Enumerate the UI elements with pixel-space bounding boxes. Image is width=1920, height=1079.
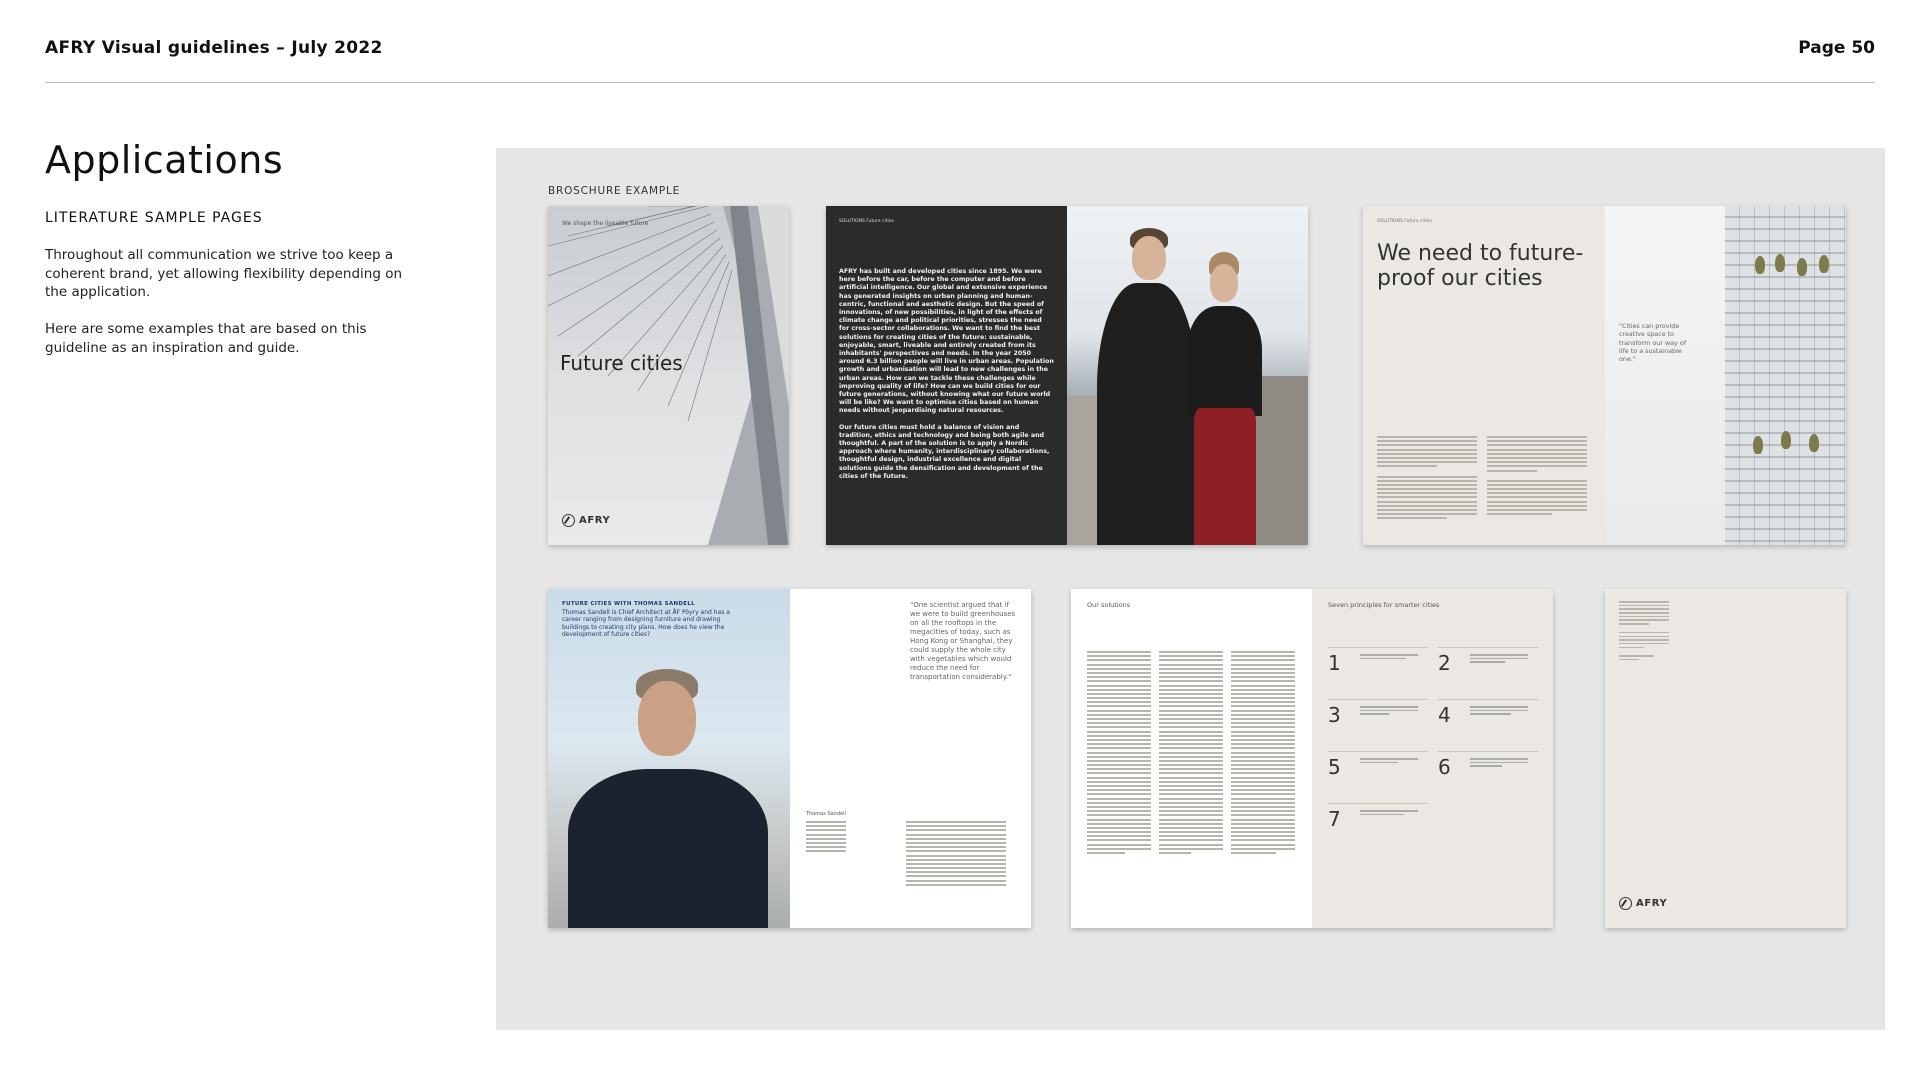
spread-header: SOLUTIONS Future cities — [1377, 219, 1432, 224]
afry-logo-text: AFRY — [579, 515, 611, 526]
interview-text-page: "One scientist argued that if we were to… — [790, 589, 1031, 928]
brochure-spread-future-proof: SOLUTIONS Future cities We need to futur… — [1363, 206, 1846, 545]
page-number: Page 50 — [1798, 38, 1875, 58]
bridge-illustration — [548, 206, 789, 545]
intro-body-text: AFRY has built and developed cities sinc… — [839, 268, 1054, 481]
brochure-cover: We shape the liveable future Future citi… — [548, 206, 789, 545]
principles-title: Seven principles for smarter cities — [1328, 601, 1440, 609]
intro-paragraph: Throughout all communication we strive t… — [45, 247, 403, 300]
principle-number: 7 — [1328, 807, 1341, 831]
interview-quote: "One scientist argued that if we were to… — [910, 601, 1016, 681]
interviewee-name: Thomas Sandell — [806, 811, 846, 817]
afry-logo: AFRY — [562, 514, 610, 527]
woman-figure — [1182, 252, 1267, 545]
solutions-text-page: Our solutions — [1071, 589, 1312, 928]
brochure-spread-intro: SOLUTIONS Future cities AFRY has built a… — [826, 206, 1308, 545]
principle-number: 3 — [1328, 703, 1341, 727]
tower-facade — [1725, 206, 1846, 545]
afry-logo: AFRY — [1619, 897, 1667, 910]
intro-body-paragraph-2: Our future cities must hold a balance of… — [839, 423, 1050, 480]
principles-page: Seven principles for smarter cities 1 2 … — [1312, 589, 1553, 928]
interview-intro: FUTURE CITIES WITH THOMAS SANDELL Thomas… — [562, 601, 742, 639]
afry-logo-text: AFRY — [1636, 898, 1668, 909]
pull-quote: "Cities can provide creative space to tr… — [1619, 322, 1687, 364]
document-title: AFRY Visual guidelines – July 2022 — [45, 38, 383, 58]
cover-tagline: We shape the liveable future — [562, 220, 649, 227]
panel-label: BROSCHURE EXAMPLE — [548, 185, 681, 197]
principle-number: 4 — [1438, 703, 1451, 727]
spread-headline: We need to future-proof our cities — [1377, 241, 1584, 291]
section-subtitle: LITERATURE SAMPLE PAGES — [45, 210, 263, 226]
cover-title: Future cities — [560, 351, 683, 375]
interview-kicker: FUTURE CITIES WITH THOMAS SANDELL — [562, 601, 695, 607]
afry-logo-icon — [1619, 897, 1632, 910]
spread-header: SOLUTIONS Future cities — [839, 219, 894, 224]
afry-logo-icon — [562, 514, 575, 527]
headline-page: SOLUTIONS Future cities We need to futur… — [1363, 206, 1605, 545]
brochure-spread-principles: Our solutions Seven principles for smart… — [1071, 589, 1553, 928]
interviewee-figure — [568, 669, 768, 928]
brochure-back-cover: AFRY — [1605, 589, 1846, 928]
body-text-columns — [1377, 436, 1587, 522]
principle-number: 5 — [1328, 755, 1341, 779]
brochure-example-panel: BROSCHURE EXAMPLE We shape the liveable … — [496, 148, 1885, 1030]
principle-number: 6 — [1438, 755, 1451, 779]
guide-paragraph: Here are some examples that are based on… — [45, 321, 367, 356]
back-cover-text — [1619, 601, 1669, 663]
interview-body-columns — [806, 821, 1006, 888]
solutions-body-columns — [1087, 651, 1295, 856]
tower-photo-page: "Cities can provide creative space to tr… — [1605, 206, 1846, 545]
dark-text-page: SOLUTIONS Future cities AFRY has built a… — [826, 206, 1067, 545]
interview-intro-text: Thomas Sandell is Chief Architect at ÅF … — [562, 608, 730, 639]
solutions-title: Our solutions — [1087, 601, 1131, 609]
brochure-spread-interview: FUTURE CITIES WITH THOMAS SANDELL Thomas… — [548, 589, 1031, 928]
principle-number: 2 — [1438, 651, 1451, 675]
intro-body-paragraph-1: AFRY has built and developed cities sinc… — [839, 268, 1054, 415]
interview-portrait-page: FUTURE CITIES WITH THOMAS SANDELL Thomas… — [548, 589, 790, 928]
principle-number: 1 — [1328, 651, 1341, 675]
cover-page: We shape the liveable future Future citi… — [548, 206, 789, 545]
back-cover-page: AFRY — [1605, 589, 1846, 928]
page-title: Applications — [45, 138, 284, 182]
portrait-photo-page — [1067, 206, 1308, 545]
header-divider — [45, 82, 1875, 83]
